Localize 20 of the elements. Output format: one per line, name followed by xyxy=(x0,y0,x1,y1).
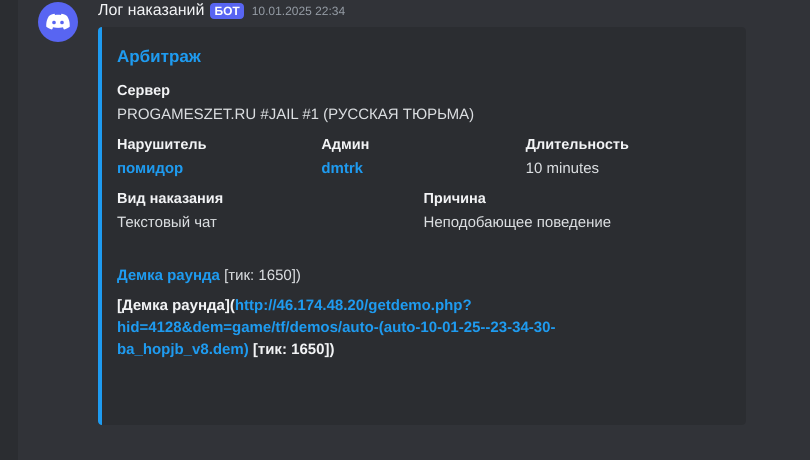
user-mention[interactable]: помидор xyxy=(117,159,322,179)
field-value: PROGAMESZET.RU #JAIL #1 (РУССКАЯ ТЮРЬМА) xyxy=(117,105,476,125)
message-text: [Демка раунда](http://46.174.48.20/getdemo.php?hid=4128&dem=game/tf/demos/auto-(auto-10-01-25--23-34-30-ba_hopjb_v8.dem) [тик: 1650]) xyxy=(117,296,556,360)
embed-title: Арбитраж xyxy=(117,47,202,67)
avatar-icon xyxy=(38,2,78,42)
bot-badge: БОТ xyxy=(210,3,244,19)
field-name: Админ xyxy=(321,136,370,155)
field-name: Нарушитель xyxy=(117,136,208,155)
author-name[interactable]: Лог наказаний xyxy=(98,2,204,20)
field-value: Текстовый чат xyxy=(117,213,218,233)
field-value: 10 minutes xyxy=(526,159,600,179)
user-mention[interactable]: dmtrk xyxy=(321,159,526,179)
field-name: Вид наказания xyxy=(117,190,224,209)
field-name: Длительность xyxy=(526,136,630,155)
field-value: Неподобающее поведение xyxy=(424,213,612,233)
field-name: Сервер xyxy=(117,82,172,101)
field-name: Причина xyxy=(424,190,487,209)
link[interactable]: Демка раунда xyxy=(117,267,220,284)
timestamp: 10.01.2025 22:34 xyxy=(252,4,346,18)
message-text: Демка раунда [тик: 1650]) xyxy=(117,266,302,286)
